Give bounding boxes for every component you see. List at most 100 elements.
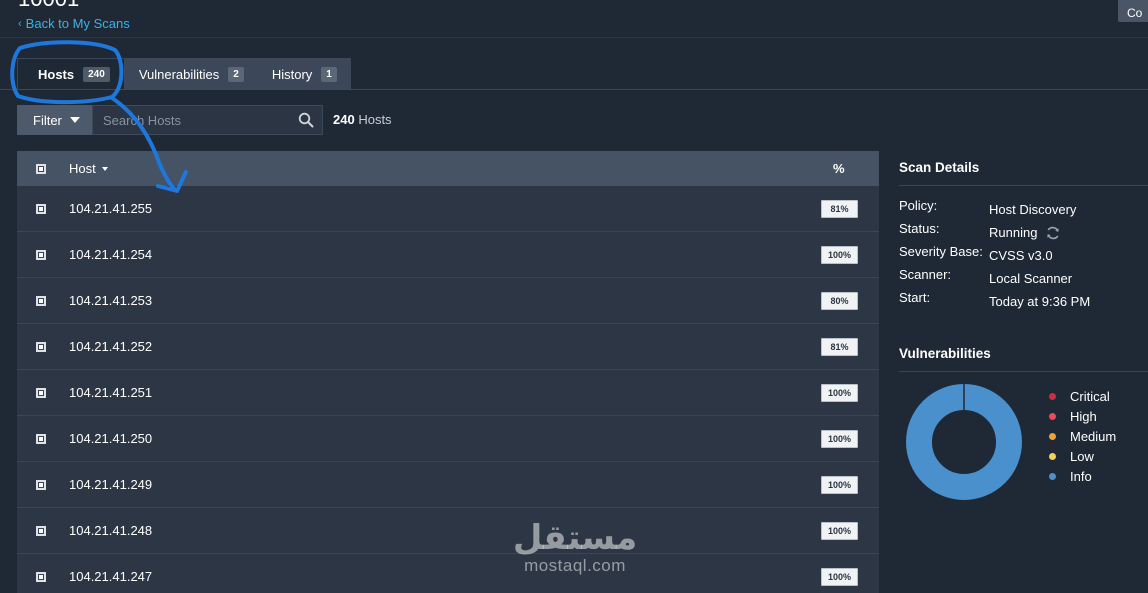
table-row[interactable]: 104.21.41.249 100%: [17, 462, 879, 508]
table-row[interactable]: 104.21.41.255 81%: [17, 186, 879, 232]
host-ip: 104.21.41.254: [69, 247, 153, 262]
tab-vulnerabilities[interactable]: Vulnerabilities 2: [124, 58, 258, 90]
detail-label: Policy:: [899, 198, 938, 213]
host-ip: 104.21.41.252: [69, 339, 153, 354]
configure-button[interactable]: Co: [1118, 0, 1148, 22]
legend-label: Info: [1070, 468, 1092, 484]
select-all-checkbox[interactable]: [36, 163, 46, 174]
legend-label: High: [1070, 408, 1097, 424]
watermark-latin: mostaql.com: [524, 556, 626, 575]
table-header: Host %: [17, 151, 879, 186]
legend-dot: [1049, 472, 1056, 480]
scan-title: 10001: [18, 0, 79, 12]
table-row[interactable]: 104.21.41.248 100%: [17, 508, 879, 554]
caret-down-icon: [69, 117, 80, 123]
row-checkbox[interactable]: [36, 249, 46, 260]
legend-dot: [1049, 392, 1056, 400]
row-checkbox[interactable]: [36, 203, 46, 214]
row-checkbox[interactable]: [36, 387, 46, 398]
sort-caret-icon: [101, 166, 108, 171]
detail-label: Status:: [899, 221, 940, 236]
detail-value: Today at 9:36 PM: [989, 294, 1091, 309]
progress-badge: 100%: [821, 430, 858, 448]
host-ip: 104.21.41.251: [69, 385, 153, 400]
watermark-arabic: مستقل: [512, 518, 638, 558]
row-checkbox[interactable]: [36, 295, 46, 306]
table-row[interactable]: 104.21.41.254 100%: [17, 232, 879, 278]
detail-label: Scanner:: [899, 267, 952, 282]
tabs-divider: [0, 89, 1148, 90]
legend-label: Medium: [1070, 428, 1117, 444]
chevron-left-icon: ‹: [18, 17, 22, 30]
host-count-label: Hosts: [358, 112, 392, 127]
legend-label: Critical: [1070, 388, 1110, 404]
vulnerabilities-title: Vulnerabilities: [899, 346, 991, 361]
tab-vulnerabilities-label: Vulnerabilities: [138, 66, 220, 82]
filter-button-label: Filter: [33, 112, 62, 128]
host-ip: 104.21.41.249: [69, 477, 153, 492]
detail-start: Start: Today at 9:36 PM: [899, 290, 1090, 313]
legend-label: Low: [1070, 448, 1094, 464]
legend-item-critical: Critical: [1049, 386, 1116, 406]
tab-history[interactable]: History 1: [257, 58, 351, 90]
progress-badge: 80%: [821, 292, 858, 310]
scan-details-divider: [899, 185, 1148, 186]
search-icon[interactable]: [298, 112, 314, 128]
row-checkbox[interactable]: [36, 479, 46, 490]
tab-history-count: 1: [321, 66, 337, 82]
tab-hosts-label: Hosts: [38, 67, 75, 82]
column-header-percent[interactable]: %: [833, 161, 845, 176]
search-input[interactable]: [93, 106, 293, 134]
table-row[interactable]: 104.21.41.250 100%: [17, 416, 879, 462]
header-divider: [0, 37, 1148, 38]
detail-severity-base: Severity Base: CVSS v3.0: [899, 244, 1090, 267]
progress-badge: 100%: [821, 476, 858, 494]
host-ip: 104.21.41.248: [69, 523, 153, 538]
row-checkbox[interactable]: [36, 571, 46, 582]
legend-item-medium: Medium: [1049, 426, 1116, 446]
legend-dot: [1049, 412, 1056, 420]
legend-dot: [1049, 432, 1056, 440]
vulnerabilities-legend: Critical High Medium Low Info: [1049, 386, 1116, 486]
back-link-label: Back to My Scans: [25, 16, 130, 31]
tab-hosts[interactable]: Hosts 240: [17, 58, 125, 90]
detail-scanner: Scanner: Local Scanner: [899, 267, 1090, 290]
table-row[interactable]: 104.21.41.247 100%: [17, 554, 879, 593]
table-row[interactable]: 104.21.41.251 100%: [17, 370, 879, 416]
progress-badge: 100%: [821, 384, 858, 402]
host-count: 240 Hosts: [333, 112, 392, 127]
back-to-scans-link[interactable]: ‹ Back to My Scans: [18, 16, 130, 31]
legend-dot: [1049, 452, 1056, 460]
row-checkbox[interactable]: [36, 341, 46, 352]
progress-badge: 81%: [821, 338, 858, 356]
vulnerabilities-divider: [899, 371, 1148, 372]
host-ip: 104.21.41.253: [69, 293, 153, 308]
tab-hosts-count: 240: [83, 67, 110, 82]
legend-item-info: Info: [1049, 466, 1116, 486]
vulnerabilities-donut-chart: [906, 384, 1022, 500]
scan-page: 10001 ‹ Back to My Scans Co Hosts 240 Vu…: [0, 0, 1148, 593]
detail-value: Local Scanner: [989, 271, 1073, 286]
table-row[interactable]: 104.21.41.252 81%: [17, 324, 879, 370]
progress-badge: 100%: [821, 246, 858, 264]
host-count-number: 240: [333, 112, 355, 127]
filter-button[interactable]: Filter: [17, 105, 92, 135]
column-header-host[interactable]: Host: [69, 161, 108, 176]
scan-details-title: Scan Details: [899, 160, 980, 175]
detail-value-wrap: Running: [989, 221, 1061, 244]
tab-bar: Hosts 240 Vulnerabilities 2 History 1: [17, 58, 351, 90]
search-box: [92, 105, 323, 135]
table-row[interactable]: 104.21.41.253 80%: [17, 278, 879, 324]
host-ip: 104.21.41.255: [69, 201, 153, 216]
detail-status: Status: Running: [899, 221, 1090, 244]
detail-policy: Policy: Host Discovery: [899, 198, 1090, 221]
watermark: مستقل mostaql.com: [500, 518, 650, 576]
refresh-spinner-icon: [1047, 226, 1060, 239]
row-checkbox[interactable]: [36, 433, 46, 444]
legend-item-high: High: [1049, 406, 1116, 426]
detail-value: Running: [989, 225, 1038, 240]
progress-badge: 100%: [821, 568, 858, 586]
row-checkbox[interactable]: [36, 525, 46, 536]
detail-value: Host Discovery: [989, 202, 1077, 217]
host-ip: 104.21.41.250: [69, 431, 153, 446]
